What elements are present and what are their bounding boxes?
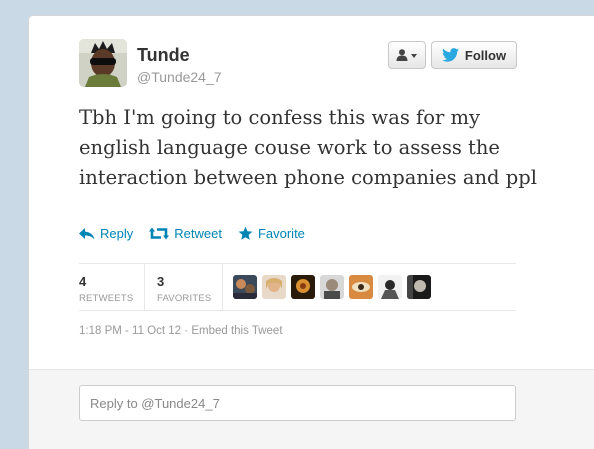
user-name[interactable]: Tunde xyxy=(137,45,190,66)
favoriter-avatar[interactable] xyxy=(407,275,431,299)
favoriter-avatar[interactable] xyxy=(378,275,402,299)
retweet-label: Retweet xyxy=(174,226,222,241)
person-dropdown-icon xyxy=(396,49,417,61)
favorites-count: 3 xyxy=(157,274,165,289)
retweets-label: RETWEETS xyxy=(79,293,134,304)
meta-separator: · xyxy=(184,325,189,337)
favorites-stat[interactable]: 3 FAVORITES xyxy=(157,274,211,304)
tweet-meta: 1:18 PM - 11 Oct 12 · Embed this Tweet xyxy=(79,325,283,337)
favoriter-avatar[interactable] xyxy=(320,275,344,299)
retweet-icon xyxy=(149,227,170,240)
tweet-card: Tunde @Tunde24_7 Follow Tbh I'm going to… xyxy=(28,15,594,449)
reply-arrow-icon xyxy=(79,227,95,239)
favorite-label: Favorite xyxy=(257,226,305,241)
reply-action[interactable]: Reply xyxy=(79,226,133,241)
favoriter-avatar[interactable] xyxy=(291,275,315,299)
favoriter-avatar[interactable] xyxy=(262,275,286,299)
twitter-bird-icon xyxy=(442,48,459,62)
tweet-stats: 4 RETWEETS 3 FAVORITES xyxy=(79,263,516,311)
retweet-action[interactable]: Retweet xyxy=(149,226,222,241)
reply-panel xyxy=(29,369,594,449)
reply-input[interactable] xyxy=(79,385,516,421)
embed-tweet-link[interactable]: Embed this Tweet xyxy=(191,325,282,337)
favorites-label: FAVORITES xyxy=(157,293,212,304)
favorite-action[interactable]: Favorite xyxy=(238,226,305,241)
user-actions-dropdown-button[interactable] xyxy=(388,41,426,69)
star-icon xyxy=(238,226,253,240)
reply-label: Reply xyxy=(100,226,134,241)
tweet-text: Tbh I'm going to confess this was for my… xyxy=(79,106,537,189)
retweets-stat[interactable]: 4 RETWEETS xyxy=(79,274,133,304)
user-handle[interactable]: @Tunde24_7 xyxy=(137,69,222,85)
stat-divider xyxy=(144,264,145,310)
user-avatar[interactable] xyxy=(79,39,127,87)
favoriter-avatars xyxy=(233,275,436,299)
tweet-timestamp[interactable]: 1:18 PM - 11 Oct 12 xyxy=(79,325,181,337)
favoriter-avatar[interactable] xyxy=(349,275,373,299)
tweet-actions: Reply Retweet Favorite xyxy=(79,226,321,241)
follow-button[interactable]: Follow xyxy=(431,41,517,69)
retweets-count: 4 xyxy=(79,274,87,289)
follow-button-label: Follow xyxy=(464,47,507,63)
favoriter-avatar[interactable] xyxy=(233,275,257,299)
stat-divider xyxy=(222,264,223,310)
